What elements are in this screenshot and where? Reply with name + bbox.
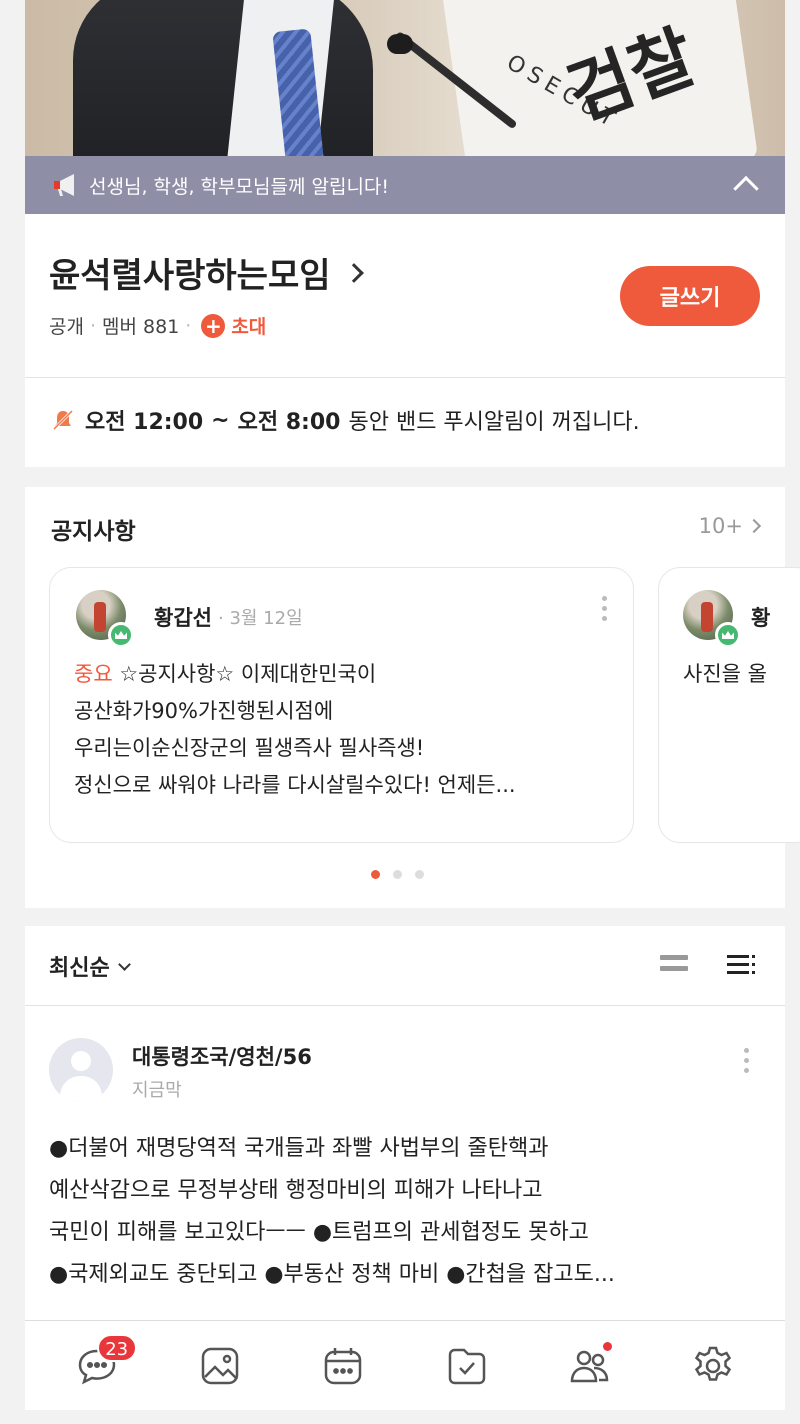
notice-date: · 3월 12일: [218, 608, 303, 629]
notice-pager: [371, 870, 424, 879]
quiet-start: 오전 12:00: [85, 410, 204, 435]
chevron-right-icon: [746, 518, 762, 534]
calendar-icon: [325, 1347, 362, 1384]
nav-settings[interactable]: [683, 1336, 743, 1396]
announcement-bar[interactable]: 선생님, 학생, 학부모님들께 알립니다!: [25, 156, 785, 214]
collapse-chevron-icon[interactable]: [733, 175, 759, 202]
nav-members[interactable]: [560, 1336, 620, 1396]
chevron-down-icon: [117, 957, 131, 971]
invite-plus-icon[interactable]: +: [201, 313, 226, 338]
band-title[interactable]: 윤석렬사랑하는모임: [49, 248, 364, 297]
nav-chat[interactable]: 23: [67, 1333, 137, 1396]
megaphone-icon: [54, 174, 74, 196]
announcement-text: 선생님, 학생, 학부모님들께 알립니다!: [89, 175, 390, 198]
notices-more-link[interactable]: 10+: [698, 514, 762, 538]
sort-dropdown[interactable]: 최신순: [49, 950, 131, 982]
push-quiet-hours-notice[interactable]: 오전 12:00 ~ 오전 8:00 동안 밴드 푸시알림이 꺼집니다.: [51, 404, 640, 436]
more-options-icon[interactable]: [602, 596, 608, 621]
pager-dot-active: [371, 870, 380, 879]
nav-photos[interactable]: [190, 1336, 250, 1396]
post-body[interactable]: ●더불어 재명당역적 국개들과 좌빨 사법부의 줄탄핵과 예산삭감으로 무정부상…: [49, 1128, 769, 1296]
bottom-navigation: 23: [25, 1320, 785, 1410]
notice-text: 사진을 올: [683, 662, 767, 686]
notice-card[interactable]: 황갑선 · 3월 12일 중요 ☆공지사항☆ 이제대한민국이 공산화가90%가진…: [49, 567, 634, 843]
notices-heading: 공지사항: [51, 519, 136, 545]
card-view-icon[interactable]: [660, 955, 688, 977]
member-count[interactable]: 멤버 881: [102, 312, 179, 339]
crown-icon: [715, 622, 741, 648]
quiet-end: 오전 8:00: [237, 410, 341, 435]
sort-label: 최신순: [49, 956, 110, 981]
avatar[interactable]: [49, 1038, 113, 1102]
notice-author[interactable]: 황갑선: [154, 602, 212, 632]
pager-dot: [393, 870, 402, 879]
quiet-text: 동안 밴드 푸시알림이 꺼집니다.: [348, 410, 640, 435]
more-options-icon[interactable]: [744, 1048, 750, 1073]
bell-off-icon: [52, 409, 74, 431]
notices-count: 10+: [698, 514, 743, 538]
band-cover-photo[interactable]: OSECUT 검찰: [25, 0, 785, 156]
notice-author[interactable]: 황: [751, 602, 770, 632]
new-dot: [602, 1341, 612, 1351]
quiet-sep: ~: [211, 407, 230, 433]
band-name: 윤석렬사랑하는모임: [49, 256, 331, 296]
photo-icon: [201, 1347, 239, 1384]
band-visibility: 공개: [49, 316, 84, 338]
divider: [25, 377, 785, 378]
folder-check-icon: [448, 1348, 485, 1384]
app-frame: OSECUT 검찰 선생님, 학생, 학부모님들께 알립니다! 윤석렬사랑하는모…: [25, 0, 800, 1424]
divider: [25, 1005, 785, 1006]
notice-text: 중요 ☆공지사항☆ 이제대한민국이 공산화가90%가진행된시점에 우리는이순신장…: [74, 662, 516, 797]
crown-icon: [108, 622, 134, 648]
post-author[interactable]: 대통령조국/영천/56: [132, 1041, 312, 1071]
list-view-icon[interactable]: [727, 955, 757, 979]
write-post-button[interactable]: 글쓰기: [620, 266, 760, 326]
invite-link[interactable]: 초대: [231, 312, 266, 339]
settings-icon: [695, 1346, 732, 1381]
nav-files[interactable]: [437, 1336, 497, 1396]
chat-badge: 23: [96, 1333, 137, 1362]
band-meta: 공개 · 멤버 881 · + 초대: [49, 312, 267, 339]
notice-card[interactable]: 황 사진을 올: [658, 567, 800, 843]
post-time: 지금막: [132, 1080, 182, 1101]
important-tag: 중요: [74, 662, 113, 686]
nav-calendar[interactable]: [313, 1336, 373, 1396]
pager-dot: [415, 870, 424, 879]
chevron-right-icon: [343, 262, 364, 283]
